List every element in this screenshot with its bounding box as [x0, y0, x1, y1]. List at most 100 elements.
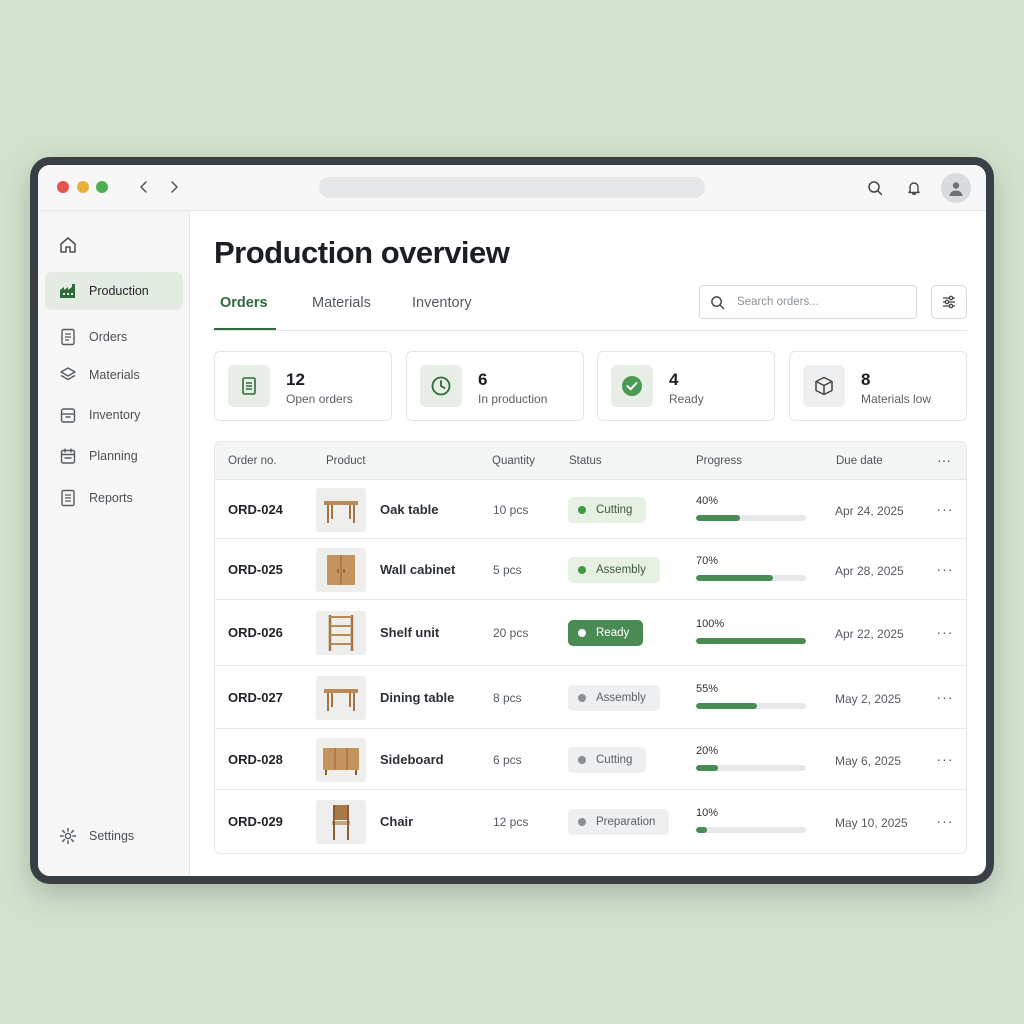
status-badge: Preparation — [568, 809, 670, 835]
due-date: Apr 22, 2025 — [835, 627, 904, 641]
chevron-left-icon — [140, 181, 147, 193]
column-options-button[interactable]: ··· — [937, 452, 951, 468]
gear-icon — [59, 827, 77, 845]
quantity: 10 pcs — [493, 502, 529, 517]
progress-bar-fill — [696, 638, 806, 644]
row-actions-button[interactable]: ··· — [936, 501, 954, 517]
status-dot — [578, 693, 586, 702]
sidebar-item-label: Materials — [89, 368, 140, 382]
status-badge: Ready — [568, 620, 644, 646]
sidebar-item-label: Settings — [89, 829, 135, 843]
row-actions-button[interactable]: ··· — [936, 561, 954, 577]
column-header-status[interactable]: Status — [569, 455, 602, 467]
column-header-product[interactable]: Product — [326, 455, 366, 467]
order-number[interactable]: ORD-024 — [228, 502, 283, 517]
table-row[interactable]: ORD-029 Chair 12 pcs Preparation 10% May… — [215, 790, 966, 853]
status-badge: Cutting — [568, 746, 647, 773]
order-number[interactable]: ORD-027 — [228, 690, 283, 705]
row-actions-button[interactable]: ··· — [936, 813, 954, 829]
product-name[interactable]: Wall cabinet — [380, 562, 455, 577]
column-header-order[interactable]: Order no. — [228, 455, 277, 467]
avatar[interactable] — [941, 173, 971, 203]
status-label: Assembly — [596, 563, 646, 576]
status-dot — [578, 755, 586, 764]
search-icon — [868, 181, 883, 196]
status-badge: Assembly — [568, 684, 660, 711]
back-button[interactable] — [134, 177, 154, 197]
bell-icon — [908, 182, 920, 195]
order-number[interactable]: ORD-025 — [228, 562, 283, 577]
table-row[interactable]: ORD-026 Shelf unit 20 pcs Ready 100% Apr… — [215, 600, 966, 666]
progress-percent: 20% — [696, 744, 719, 757]
progress-bar-fill — [696, 514, 740, 521]
column-header-progress[interactable]: Progress — [696, 455, 742, 467]
stat-value: 8 — [861, 370, 871, 389]
status-label: Assembly — [596, 691, 646, 704]
status-dot — [578, 565, 586, 574]
column-header-quantity[interactable]: Quantity — [492, 455, 535, 467]
progress-bar-fill — [696, 702, 757, 709]
quantity: 8 pcs — [493, 690, 522, 705]
table-row[interactable]: ORD-024 Oak table 10 pcs Cutting 40% Apr… — [215, 480, 966, 539]
tab-orders[interactable]: Orders — [220, 295, 268, 331]
table-header: Order no. Product Quantity Status Progre… — [215, 442, 966, 480]
column-header-due-date[interactable]: Due date — [836, 455, 883, 467]
minimize-window-button[interactable] — [77, 181, 89, 193]
product-name[interactable]: Oak table — [380, 502, 439, 517]
stat-card-open-orders[interactable]: 12 Open orders — [214, 351, 392, 421]
row-actions-button[interactable]: ··· — [936, 624, 954, 640]
table-row[interactable]: ORD-028 Sideboard 6 pcs Cutting 20% May … — [215, 729, 966, 790]
global-search-button[interactable] — [864, 177, 886, 199]
row-actions-button[interactable]: ··· — [936, 689, 954, 705]
forward-button[interactable] — [164, 177, 184, 197]
order-number[interactable]: ORD-029 — [228, 814, 283, 829]
layers-icon — [59, 366, 77, 384]
product-name[interactable]: Sideboard — [380, 752, 444, 767]
sidebar-item-production[interactable]: Production — [45, 272, 183, 310]
stat-card-ready[interactable]: 4 Ready — [597, 351, 775, 421]
maximize-window-button[interactable] — [96, 181, 108, 193]
tab-materials[interactable]: Materials — [312, 295, 371, 331]
product-name[interactable]: Dining table — [380, 690, 454, 705]
clock-icon — [420, 365, 462, 407]
stat-card-materials-low[interactable]: 8 Materials low — [789, 351, 967, 421]
product-name[interactable]: Shelf unit — [380, 625, 439, 640]
status-dot — [578, 629, 586, 637]
sidebar-item-inventory[interactable]: Inventory — [45, 396, 183, 434]
row-actions-button[interactable]: ··· — [936, 751, 954, 767]
sidebar-item-settings[interactable]: Settings — [45, 817, 183, 855]
stat-card-in-production[interactable]: 6 In production — [406, 351, 584, 421]
status-dot — [578, 505, 586, 514]
close-window-button[interactable] — [57, 181, 69, 193]
search-icon — [710, 295, 728, 310]
search-input[interactable]: Search orders... — [699, 285, 917, 319]
address-bar[interactable] — [319, 177, 705, 198]
chevron-right-icon — [171, 181, 178, 193]
product-thumbnail — [316, 737, 366, 782]
table-row[interactable]: ORD-025 Wall cabinet 5 pcs Assembly 70% … — [215, 539, 966, 600]
progress-bar — [696, 638, 806, 644]
stat-label: Materials low — [861, 392, 932, 406]
order-number[interactable]: ORD-026 — [228, 625, 283, 640]
product-name[interactable]: Chair — [380, 814, 413, 829]
tab-inventory[interactable]: Inventory — [412, 295, 472, 331]
sidebar-item-planning[interactable]: Planning — [45, 437, 183, 475]
due-date: May 10, 2025 — [835, 816, 908, 830]
progress-percent: 55% — [696, 682, 719, 695]
app-window: Production Orders Materials Inventory Pl… — [38, 165, 986, 876]
order-number[interactable]: ORD-028 — [228, 752, 283, 767]
progress-percent: 10% — [696, 807, 719, 819]
sidebar-item-orders[interactable]: Orders — [45, 318, 183, 356]
status-label: Cutting — [596, 503, 633, 516]
archive-icon — [59, 406, 77, 424]
sidebar-item-materials[interactable]: Materials — [45, 356, 183, 394]
progress-percent: 70% — [696, 554, 719, 567]
sidebar-item-reports[interactable]: Reports — [45, 479, 183, 517]
progress-percent: 40% — [696, 494, 719, 507]
home-button[interactable] — [58, 235, 78, 255]
filter-button[interactable] — [931, 285, 967, 319]
notifications-button[interactable] — [903, 177, 925, 199]
table-row[interactable]: ORD-027 Dining table 8 pcs Assembly 55% … — [215, 666, 966, 729]
sliders-icon — [943, 295, 955, 309]
progress-bar-fill — [696, 764, 718, 771]
